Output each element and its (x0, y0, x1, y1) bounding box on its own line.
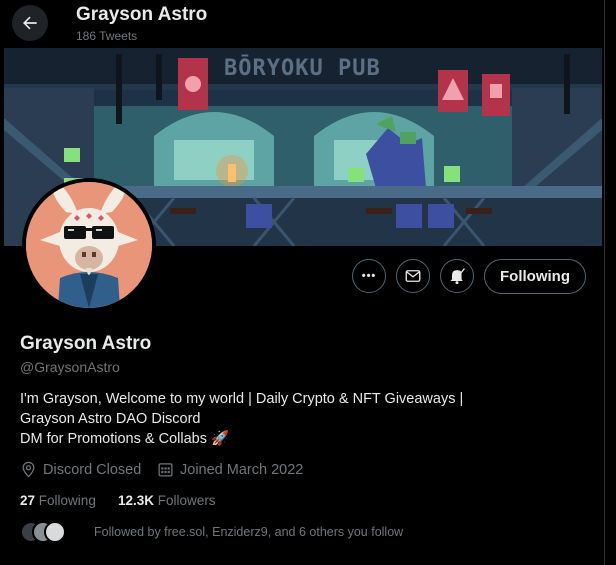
more-dots-icon: ••• (361, 270, 377, 282)
profile-header: Grayson Astro 186 Tweets (0, 0, 604, 48)
envelope-icon (405, 270, 421, 282)
bio-line: Grayson Astro DAO Discord (20, 411, 201, 427)
joined-item: Joined March 2022 (157, 461, 303, 478)
more-options-button[interactable]: ••• (352, 259, 386, 293)
followers-stat-label: Followers (157, 493, 216, 508)
tweet-count: 186 Tweets (76, 29, 138, 43)
following-button[interactable]: Following (484, 259, 586, 294)
followers-count: 12.3K (118, 493, 155, 508)
joined-text: Joined March 2022 (180, 461, 304, 478)
banner-sign-text: BŌRYOKU PUB (224, 56, 381, 81)
location-item: Discord Closed (20, 461, 141, 478)
following-stat[interactable]: 27 Following (20, 493, 96, 508)
bio-line: DM for Promotions & Collabs 🚀 (20, 431, 230, 447)
following-count: 27 (20, 493, 36, 508)
follower-avatar (44, 521, 66, 543)
followed-by-row[interactable]: Followed by free.sol, Enziderz9, and 6 o… (20, 521, 404, 543)
message-button[interactable] (396, 259, 430, 293)
followers-stat[interactable]: 12.3K Followers (118, 493, 216, 508)
bio-line: I'm Grayson, Welcome to my world | Daily… (20, 391, 464, 407)
following-stat-label: Following (38, 493, 96, 508)
location-pin-icon (22, 461, 35, 478)
profile-column: Grayson Astro 186 Tweets BŌRYOKU PUB •••… (0, 0, 605, 565)
followed-by-text: Followed by free.sol, Enziderz9, and 6 o… (94, 525, 404, 539)
bell-check-icon (450, 268, 466, 285)
arrow-left-icon (23, 16, 37, 30)
goat-avatar-image (26, 182, 152, 308)
profile-avatar[interactable] (22, 178, 156, 312)
profile-handle: @GraysonAstro (20, 359, 120, 375)
profile-name: Grayson Astro (20, 333, 152, 354)
location-text: Discord Closed (43, 461, 142, 478)
header-title: Grayson Astro (76, 4, 208, 25)
profile-bio: I'm Grayson, Welcome to my world | Daily… (20, 389, 580, 449)
notifications-button[interactable] (440, 259, 474, 293)
back-button[interactable] (12, 5, 48, 41)
calendar-icon (158, 463, 173, 477)
